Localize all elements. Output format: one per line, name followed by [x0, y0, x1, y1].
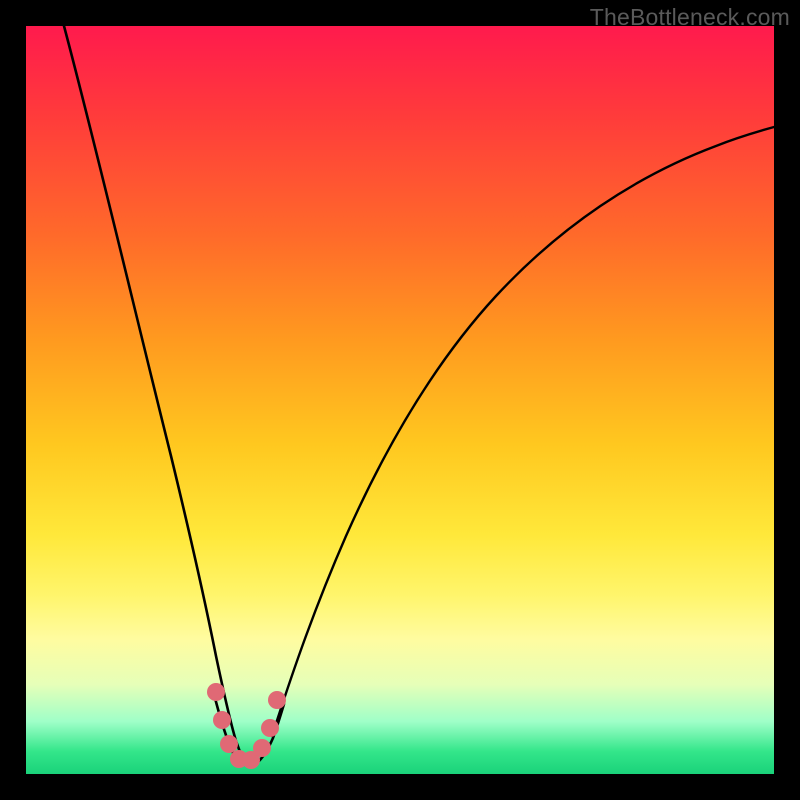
watermark-text: TheBottleneck.com	[590, 4, 790, 31]
highlight-dots	[207, 683, 286, 769]
curve-right-branch	[272, 127, 774, 736]
curve-left-branch	[64, 26, 240, 752]
curve-layer	[26, 26, 774, 774]
plot-area	[26, 26, 774, 774]
chart-frame: TheBottleneck.com	[0, 0, 800, 800]
